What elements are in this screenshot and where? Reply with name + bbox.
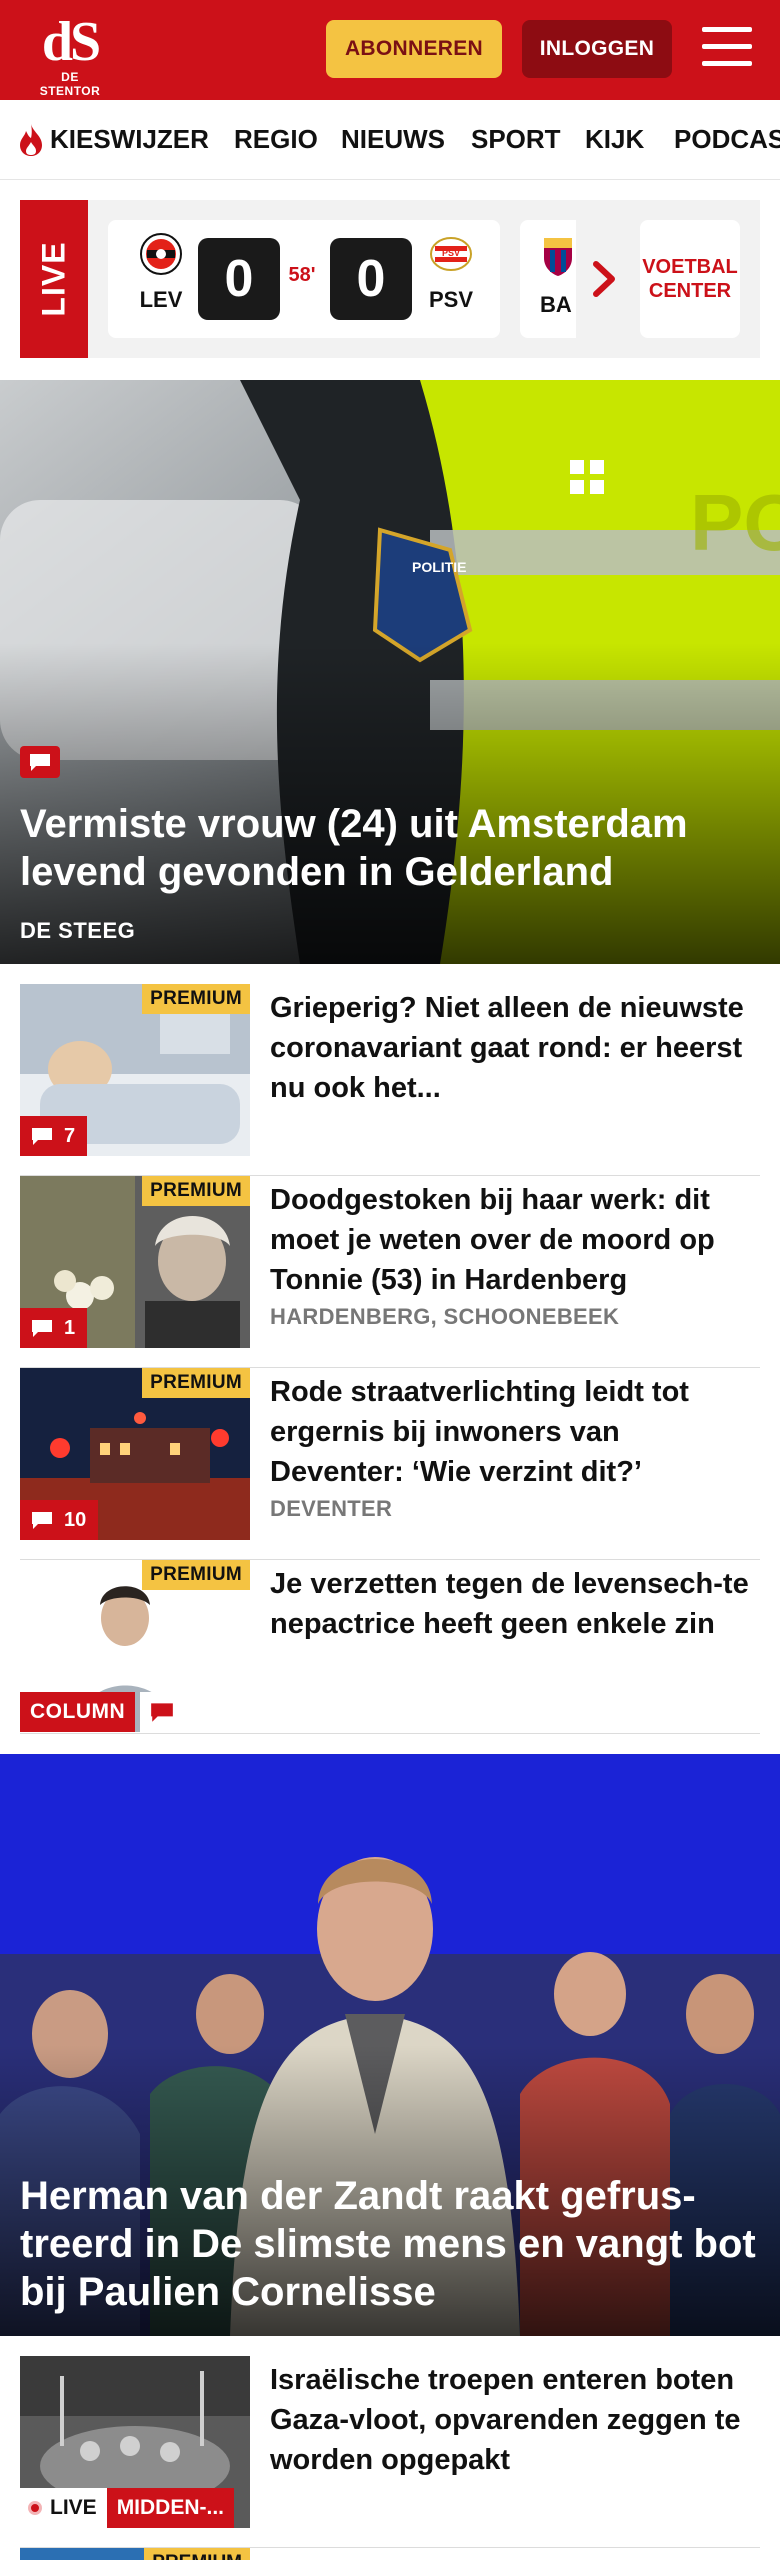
premium-badge: PREMIUM xyxy=(142,1368,250,1398)
match-minute: 58' xyxy=(288,264,316,286)
article-thumbnail: PREMIUM 10 xyxy=(20,1368,250,1540)
comment-count: 1 xyxy=(20,1308,88,1348)
comment-icon xyxy=(20,746,60,778)
flame-icon xyxy=(20,124,42,156)
nav-item-sport[interactable]: SPORT xyxy=(471,124,561,155)
article-thumbnail: PREMIUM 1 xyxy=(20,1176,250,1348)
logo-name: DE STENTOR xyxy=(39,70,101,98)
hero-article-2[interactable]: Herman van der Zandt raakt gefrus-treerd… xyxy=(0,1754,780,2336)
article-title[interactable]: Je verzetten tegen de levensech-te nepac… xyxy=(270,1564,750,1644)
list-item[interactable]: PREMIUM 10 Rode straatverlichting leidt … xyxy=(20,1368,760,1560)
article-thumbnail: PREMIUM 7 xyxy=(20,984,250,1156)
comment-icon xyxy=(32,1128,52,1145)
comment-count: 10 xyxy=(20,1500,99,1540)
home-score: 0 xyxy=(198,238,280,320)
main-nav: KIESWIJZER REGIO NIEUWS SPORT KIJK PODCA… xyxy=(0,100,780,180)
premium-badge: PREMIUM xyxy=(142,1176,250,1206)
article-title[interactable]: Rode straatverlichting leidt tot ergerni… xyxy=(270,1372,750,1492)
away-team-abbr: PSV xyxy=(428,287,474,312)
region-tag: MIDDEN-... xyxy=(106,2488,235,2528)
away-score: 0 xyxy=(330,238,412,320)
article-title[interactable]: Doodgestoken bij haar werk: dit moet je … xyxy=(270,1180,750,1300)
hero2-title[interactable]: Herman van der Zandt raakt gefrus-treerd… xyxy=(20,2172,760,2316)
article-location: DEVENTER xyxy=(270,1496,393,1521)
premium-badge: PREMIUM xyxy=(142,984,250,1014)
list-item[interactable]: LIVE MIDDEN-... Israëlische troepen ente… xyxy=(20,2356,760,2548)
comment-count: 7 xyxy=(20,1116,88,1156)
hero-article[interactable]: POLITIE POLI Vermiste vrouw (24) uit Ams… xyxy=(0,380,780,964)
article-thumbnail: LIVE MIDDEN-... xyxy=(20,2356,250,2528)
menu-icon[interactable] xyxy=(702,27,752,71)
comment-icon xyxy=(32,1320,52,1337)
list-item[interactable]: PREMIUM COLUMN Je verzetten tegen de lev… xyxy=(20,1560,760,1734)
home-team-abbr: LEV xyxy=(139,287,183,312)
hero-location: DE STEEG xyxy=(20,918,136,943)
leverkusen-crest-icon xyxy=(140,233,182,275)
article-title[interactable]: Grieperig? Niet alleen de nieuwste coron… xyxy=(270,988,750,1108)
list-item[interactable]: PREMIUM 7 Grieperig? Niet alleen de nieu… xyxy=(20,984,760,1176)
login-button[interactable]: INLOGGEN xyxy=(522,20,672,78)
top-bar: dS DE STENTOR ABONNEREN INLOGGEN xyxy=(0,0,780,100)
nav-item-kieswijzer[interactable]: KIESWIJZER xyxy=(50,124,209,155)
nav-item-podcast[interactable]: PODCAS xyxy=(674,124,780,155)
live-dot-icon xyxy=(28,2501,42,2515)
match-card-next[interactable]: BA xyxy=(520,220,576,338)
live-label: LIVE xyxy=(20,200,88,358)
barcelona-crest-icon xyxy=(544,238,572,276)
comment-icon xyxy=(140,1692,184,1732)
premium-badge: PREMIUM xyxy=(142,1560,250,1590)
subscribe-button[interactable]: ABONNEREN xyxy=(326,20,502,78)
nav-item-kijk[interactable]: KIJK xyxy=(585,124,644,155)
live-tag: LIVE MIDDEN-... xyxy=(20,2488,235,2528)
column-tag: COLUMN xyxy=(20,1692,136,1732)
psv-crest-icon: PSV xyxy=(430,237,472,271)
match-card[interactable]: LEV 0 58' 0 PSV PSV xyxy=(108,220,500,338)
svg-text:PSV: PSV xyxy=(442,248,460,258)
nav-item-regio[interactable]: REGIO xyxy=(234,124,318,155)
home-team: LEV xyxy=(126,232,196,313)
nav-item-nieuws[interactable]: NIEUWS xyxy=(341,124,445,155)
hero-title[interactable]: Vermiste vrouw (24) uit Amsterdam levend… xyxy=(20,800,760,896)
comment-icon xyxy=(32,1512,52,1529)
chevron-right-icon[interactable] xyxy=(590,258,620,300)
premium-badge: PREMIUM xyxy=(144,2548,250,2560)
logo-mark: dS xyxy=(41,11,101,73)
logo[interactable]: dS DE STENTOR xyxy=(30,11,110,98)
article-thumbnail: PREMIUM COLUMN xyxy=(20,1560,250,1732)
article-title[interactable]: Israëlische troepen enteren boten Gaza-v… xyxy=(270,2360,750,2480)
next-home-abbr: BA xyxy=(540,292,572,317)
voetbal-center-link[interactable]: VOETBAL CENTER xyxy=(640,220,740,338)
list-item[interactable]: PREMIUM 1 Doodgestoken bij haar werk: di… xyxy=(20,1176,760,1368)
article-location: HARDENBERG, SCHOONEBEEK xyxy=(270,1304,620,1329)
away-team: PSV PSV xyxy=(416,232,486,313)
article-thumbnail-partial[interactable]: PREMIUM xyxy=(20,2548,250,2560)
